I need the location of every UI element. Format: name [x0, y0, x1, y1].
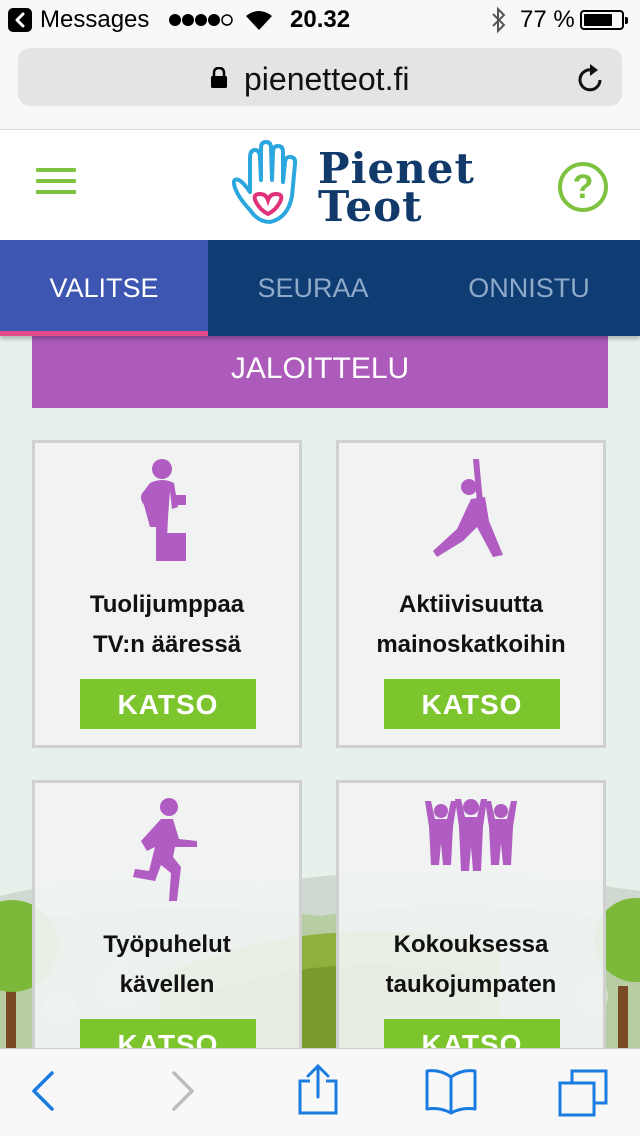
group-cheer-icon: [425, 799, 517, 871]
tabs-icon[interactable]: [556, 1067, 610, 1124]
pienet-teot-logo[interactable]: Pienet Teot: [230, 140, 480, 230]
clock: 20.32: [290, 6, 351, 33]
katso-button[interactable]: KATSO: [80, 679, 256, 729]
address-bar[interactable]: pienetteot.fi: [18, 48, 622, 106]
site-header: Pienet Teot ?: [0, 130, 640, 240]
step-exercise-icon: [141, 459, 186, 561]
back-to-app-icon[interactable]: [8, 8, 32, 32]
katso-button[interactable]: KATSO: [80, 1019, 256, 1048]
card-title: Tuolijumppaa TV:n ääressä: [89, 591, 245, 658]
browser-toolbar: [0, 1048, 640, 1136]
reload-icon[interactable]: [576, 62, 606, 99]
main-tabs: VALITSE SEURAA ONNISTU: [0, 240, 640, 336]
forward-icon[interactable]: [170, 1069, 196, 1118]
wifi-icon: [244, 8, 274, 39]
content-area[interactable]: JALOITTELU Tuolijumppaa TV:n ääressä KAT…: [0, 336, 640, 1048]
tab-valitse[interactable]: VALITSE: [0, 240, 208, 336]
card-title: Kokouksessa taukojumpaten: [385, 931, 557, 998]
katso-button[interactable]: KATSO: [384, 1019, 560, 1048]
lunge-stretch-icon: [433, 459, 503, 557]
back-app-label[interactable]: Messages: [40, 6, 149, 34]
logo-word-teot: Teot: [318, 182, 423, 231]
tab-seuraa[interactable]: SEURAA: [208, 240, 418, 336]
bookmarks-icon[interactable]: [424, 1067, 478, 1120]
exercise-card-tyopuhelut[interactable]: Työpuhelut kävellen KATSO: [32, 780, 302, 1048]
exercise-card-kokouksessa[interactable]: Kokouksessa taukojumpaten KATSO: [336, 780, 606, 1048]
hand-heart-logo-icon: [231, 140, 298, 224]
battery-percent: 77 %: [520, 6, 575, 33]
exercise-card-aktiivisuutta[interactable]: Aktiivisuutta mainoskatkoihin KATSO: [336, 440, 606, 748]
help-icon[interactable]: ?: [558, 162, 608, 212]
hamburger-menu-icon[interactable]: [36, 168, 76, 198]
share-icon[interactable]: [296, 1063, 340, 1122]
back-icon[interactable]: [30, 1069, 56, 1118]
card-title: Aktiivisuutta mainoskatkoihin: [376, 591, 566, 658]
walking-person-icon: [133, 798, 197, 901]
tab-onnistu[interactable]: ONNISTU: [418, 240, 640, 336]
battery-icon: [580, 10, 628, 30]
category-banner: JALOITTELU: [32, 336, 608, 408]
signal-strength-icon: [168, 8, 240, 39]
card-title: Työpuhelut kävellen: [103, 931, 231, 998]
url-text[interactable]: pienetteot.fi: [244, 61, 409, 98]
exercise-card-tuolijumppaa[interactable]: Tuolijumppaa TV:n ääressä KATSO: [32, 440, 302, 748]
status-bar: Messages 20.32 77 %: [0, 0, 640, 40]
lock-icon: [210, 66, 228, 94]
katso-button[interactable]: KATSO: [384, 679, 560, 729]
bluetooth-icon: [490, 6, 508, 41]
browser-address-area: pienetteot.fi: [0, 40, 640, 130]
